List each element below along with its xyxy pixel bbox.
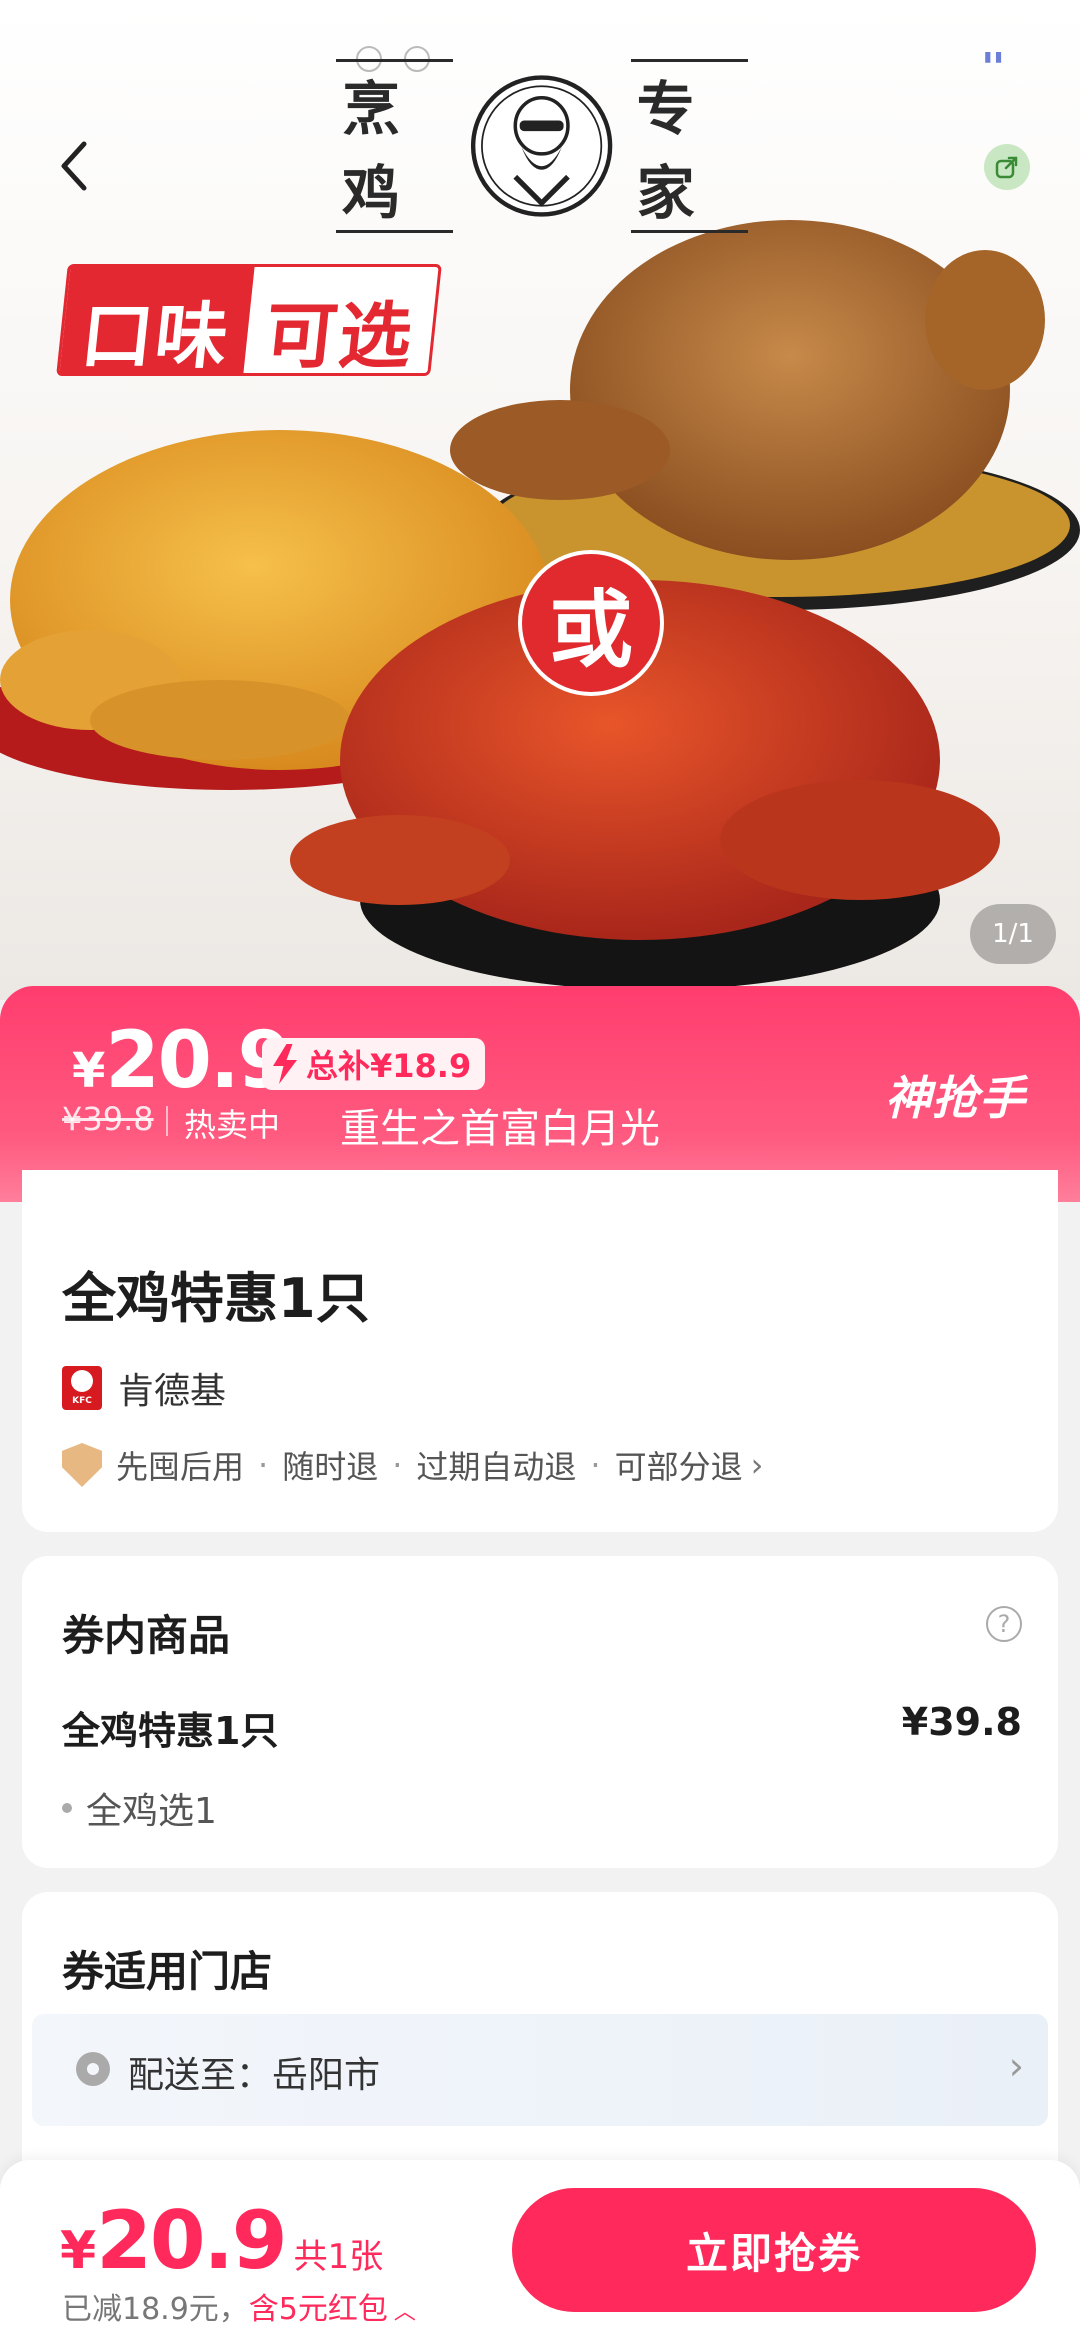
image-counter: 1/1 xyxy=(970,904,1056,964)
subsidy-text: 总补¥18.9 xyxy=(306,1047,472,1085)
guarantee-item: 先囤后用 xyxy=(116,1448,245,1486)
product-hero-image: ▮▮ 烹鸡 专家 口味 可选 或 1/1 xyxy=(0,0,1080,1000)
bullet-icon xyxy=(62,1803,72,1813)
guarantee-row[interactable]: 先囤后用 · 随时退 · 过期自动退 · 可部分退 › xyxy=(62,1442,763,1488)
battery-icon: ▮▮ xyxy=(982,46,1004,67)
brand-header: 烹鸡 专家 xyxy=(336,56,748,236)
share-button[interactable] xyxy=(984,144,1030,190)
subsidy-badge: 总补¥18.9 xyxy=(262,1038,486,1090)
overlay-caption: 重生之首富白月光 xyxy=(340,1106,660,1152)
product-title: 全鸡特惠1只 xyxy=(62,1267,370,1330)
sale-status: 热卖中 xyxy=(184,1106,281,1144)
applicable-stores-card: 券适用门店 配送至：岳阳市 › xyxy=(22,1892,1058,2192)
banner-currency: ¥ xyxy=(72,1043,106,1099)
voucher-count: 共1张 xyxy=(293,2237,384,2277)
contents-section-title: 券内商品 xyxy=(62,1611,231,1660)
contents-item-name: 全鸡特惠1只 xyxy=(62,1709,279,1753)
contents-sub-item-label: 全鸡选1 xyxy=(86,1791,217,1832)
help-icon[interactable]: ? xyxy=(986,1606,1022,1642)
lightning-icon xyxy=(273,1044,297,1084)
share-icon xyxy=(995,156,1018,179)
shield-icon xyxy=(62,1443,102,1487)
discount-summary[interactable]: 已减18.9元，含5元红包 ︿ xyxy=(62,2284,416,2328)
bottom-purchase-bar: ¥ 20.9 共1张 已减18.9元，含5元红包 ︿ 立即抢券 xyxy=(0,2160,1080,2340)
grab-voucher-button[interactable]: 立即抢券 xyxy=(512,2188,1036,2312)
flavor-tag: 口味 可选 xyxy=(56,264,442,378)
brand-right-text: 专家 xyxy=(630,59,748,233)
bottom-currency: ¥ xyxy=(60,2221,97,2281)
guarantee-item: 过期自动退 xyxy=(416,1448,577,1486)
location-pin-icon xyxy=(76,2052,110,2086)
separator-dot: · xyxy=(590,1446,601,1484)
shop-name: 肯德基 xyxy=(118,1371,227,1412)
chevron-right-icon: › xyxy=(750,1446,764,1484)
voucher-contents-card: 券内商品 ? 全鸡特惠1只 ¥39.8 全鸡选1 xyxy=(22,1556,1058,1868)
kfc-logo-icon: KFC xyxy=(62,1366,102,1410)
divider xyxy=(166,1106,168,1136)
shop-row[interactable]: KFC 肯德基 xyxy=(62,1362,226,1414)
stores-section-title: 券适用门店 xyxy=(62,1947,273,1996)
chevron-up-icon: ︿ xyxy=(393,2300,416,2325)
contents-item-row: 全鸡特惠1只 ¥39.8 xyxy=(62,1700,1022,1755)
chevron-left-icon xyxy=(61,141,87,191)
separator-dot: · xyxy=(258,1446,269,1484)
original-price: ¥39.8 xyxy=(62,1100,154,1138)
chevron-right-icon: › xyxy=(1008,2044,1024,2088)
red-packet-info: 含5元红包 xyxy=(248,2292,388,2327)
kfc-logo-text: KFC xyxy=(72,1396,92,1406)
saved-amount: 已减18.9元， xyxy=(62,2292,249,2327)
contents-item-price: ¥39.8 xyxy=(901,1700,1022,1744)
or-badge: 或 xyxy=(518,550,664,696)
flavor-tag-part2: 可选 xyxy=(260,294,418,378)
guarantee-item: 可部分退 xyxy=(614,1448,743,1486)
guarantee-item: 随时退 xyxy=(282,1448,379,1486)
bottom-price: ¥ 20.9 共1张 xyxy=(60,2194,383,2287)
separator-dot: · xyxy=(392,1446,403,1484)
back-button[interactable] xyxy=(44,130,104,202)
brand-left-text: 烹鸡 xyxy=(336,59,454,233)
contents-sub-item: 全鸡选1 xyxy=(62,1782,217,1834)
shenqiangshou-badge: 神抢手 xyxy=(885,1071,1026,1125)
colonel-logo-icon xyxy=(471,75,613,217)
delivery-location: 配送至：岳阳市 xyxy=(128,2055,381,2096)
flavor-tag-part1: 口味 xyxy=(59,267,255,378)
delivery-location-row[interactable]: 配送至：岳阳市 › xyxy=(32,2014,1048,2126)
bottom-price-value: 20.9 xyxy=(96,2194,287,2287)
banner-price: ¥ 20.9 xyxy=(72,1016,292,1106)
product-info-card: 全鸡特惠1只 KFC 肯德基 先囤后用 · 随时退 · 过期自动退 · 可部分退… xyxy=(22,1170,1058,1532)
